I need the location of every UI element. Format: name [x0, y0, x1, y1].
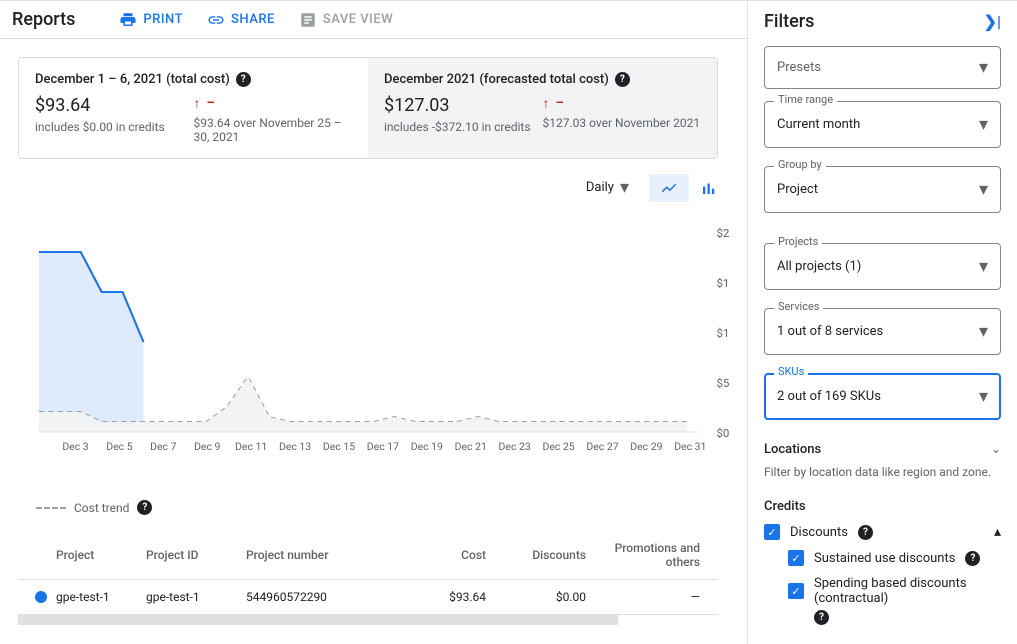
services-select[interactable]: 1 out of 8 services — [764, 308, 1001, 355]
discounts-checkbox-row[interactable]: ✓ Discounts ? — [764, 524, 1001, 540]
chevron-down-icon — [979, 114, 988, 135]
current-delta: $93.64 over November 25 – 30, 2021 — [194, 116, 353, 144]
summary-cards: December 1 – 6, 2021 (total cost) ? $93.… — [18, 57, 718, 159]
svg-text:Dec 21: Dec 21 — [455, 442, 487, 453]
line-chart-button[interactable] — [649, 174, 689, 202]
svg-text:Dec 11: Dec 11 — [235, 442, 267, 453]
svg-text:Dec 25: Dec 25 — [542, 442, 574, 453]
help-icon[interactable]: ? — [965, 551, 980, 566]
svg-text:Dec 15: Dec 15 — [323, 442, 355, 453]
current-amount: $93.64 — [35, 95, 194, 116]
svg-text:Dec 23: Dec 23 — [499, 442, 531, 453]
page-title: Reports — [12, 9, 75, 30]
current-credits: includes $0.00 in credits — [35, 120, 194, 134]
checkbox-checked-icon: ✓ — [788, 550, 804, 566]
chevron-up-icon[interactable] — [994, 524, 1001, 540]
chevron-down-icon — [979, 321, 988, 342]
chevron-down-icon — [979, 386, 988, 407]
current-title: December 1 – 6, 2021 (total cost) — [35, 72, 230, 87]
svg-text:$20: $20 — [716, 227, 729, 240]
collapse-panel-icon[interactable]: ❯| — [984, 12, 1001, 31]
help-icon[interactable]: ? — [137, 500, 152, 515]
help-icon[interactable]: ? — [858, 525, 873, 540]
checkbox-checked-icon: ✓ — [764, 524, 780, 540]
print-button[interactable]: PRINT — [119, 11, 183, 29]
forecast-delta: $127.03 over November 2021 — [543, 116, 702, 130]
table-header: Project Project ID Project number Cost D… — [18, 531, 718, 580]
arrow-up-icon: ↑ — [543, 95, 550, 112]
svg-text:$15: $15 — [716, 277, 729, 290]
line-chart-icon — [660, 179, 678, 197]
svg-text:Dec 29: Dec 29 — [630, 442, 662, 453]
svg-text:Dec 5: Dec 5 — [106, 442, 133, 453]
svg-text:Dec 19: Dec 19 — [411, 442, 443, 453]
topbar: Reports PRINT SHARE SAVE VIEW — [0, 1, 747, 38]
chart-legend: Cost trend ? — [36, 500, 747, 515]
chevron-down-icon — [620, 177, 629, 198]
svg-text:Dec 13: Dec 13 — [279, 442, 311, 453]
arrow-up-icon: ↑ — [194, 95, 201, 112]
interval-select[interactable]: Daily — [578, 171, 637, 204]
share-button[interactable]: SHARE — [207, 11, 275, 29]
credits-section-label: Credits — [764, 499, 1001, 514]
spending-based-checkbox-row[interactable]: ✓ Spending based discounts (contractual) — [764, 576, 1001, 606]
link-icon — [207, 11, 225, 29]
forecast-amount: $127.03 — [384, 95, 543, 116]
skus-select[interactable]: 2 out of 169 SKUs — [764, 373, 1001, 420]
svg-text:Dec 9: Dec 9 — [194, 442, 221, 453]
sustained-use-checkbox-row[interactable]: ✓ Sustained use discounts ? — [764, 550, 1001, 566]
legend-dash-icon — [36, 507, 66, 509]
current-cost-card: December 1 – 6, 2021 (total cost) ? $93.… — [19, 58, 368, 158]
svg-text:$0: $0 — [716, 427, 729, 440]
help-icon[interactable]: ? — [236, 72, 251, 87]
chevron-down-icon — [979, 179, 988, 200]
dash-icon: – — [207, 96, 215, 111]
chevron-down-icon — [979, 256, 988, 277]
bar-chart-button[interactable] — [689, 174, 729, 202]
horizontal-scrollbar[interactable] — [18, 615, 618, 625]
table-row[interactable]: gpe-test-1 gpe-test-1 544960572290 $93.6… — [18, 580, 718, 615]
filters-panel: Filters ❯| Presets Time range Current mo… — [747, 0, 1017, 644]
svg-text:Dec 27: Dec 27 — [586, 442, 618, 453]
print-icon — [119, 11, 137, 29]
forecast-title: December 2021 (forecasted total cost) — [384, 72, 609, 87]
group-by-select[interactable]: Project — [764, 166, 1001, 213]
chevron-down-icon: ⌄ — [991, 442, 1001, 457]
presets-select[interactable]: Presets — [764, 46, 1001, 89]
series-dot-icon — [35, 591, 47, 603]
svg-text:$10: $10 — [716, 327, 729, 340]
chevron-down-icon — [979, 57, 988, 78]
cost-chart: $0 $5 $10 $15 $20 Dec 3 Dec 5 — [18, 212, 729, 492]
filters-title: Filters — [764, 11, 814, 32]
svg-text:$5: $5 — [716, 377, 729, 390]
forecast-cost-card: December 2021 (forecasted total cost) ? … — [368, 58, 717, 158]
dash-icon: – — [556, 96, 564, 111]
save-view-button[interactable]: SAVE VIEW — [299, 11, 393, 29]
help-icon[interactable]: ? — [615, 72, 630, 87]
checkbox-checked-icon: ✓ — [788, 583, 804, 599]
forecast-credits: includes -$372.10 in credits — [384, 120, 543, 134]
help-icon[interactable]: ? — [814, 610, 829, 625]
cost-table: Project Project ID Project number Cost D… — [18, 531, 718, 625]
locations-hint: Filter by location data like region and … — [764, 465, 1001, 479]
save-view-icon — [299, 11, 317, 29]
svg-text:Dec 3: Dec 3 — [62, 442, 89, 453]
time-range-select[interactable]: Current month — [764, 101, 1001, 148]
projects-select[interactable]: All projects (1) — [764, 243, 1001, 290]
svg-text:Dec 7: Dec 7 — [150, 442, 177, 453]
svg-text:Dec 31: Dec 31 — [674, 442, 706, 453]
svg-text:Dec 17: Dec 17 — [367, 442, 399, 453]
bar-chart-icon — [700, 179, 718, 197]
locations-toggle[interactable]: Locations ⌄ — [764, 438, 1001, 461]
